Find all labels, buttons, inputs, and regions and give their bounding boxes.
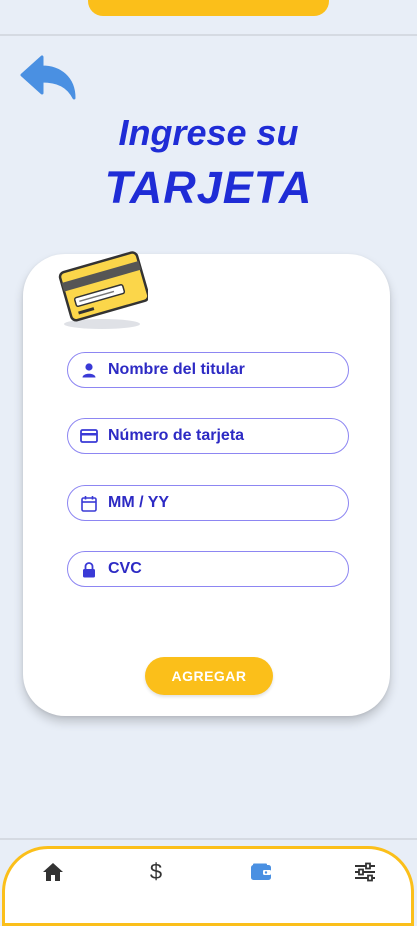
nav-home[interactable] (38, 858, 68, 886)
credit-card-icon (56, 246, 150, 332)
card-number-field[interactable] (67, 418, 349, 454)
bottom-divider (0, 838, 417, 840)
back-arrow-icon (20, 55, 76, 100)
expiry-field[interactable] (67, 485, 349, 521)
card-number-input[interactable] (108, 419, 348, 453)
expiry-input[interactable] (108, 486, 348, 520)
cvc-field[interactable] (67, 551, 349, 587)
card-icon (80, 427, 98, 445)
top-action-pill[interactable] (88, 0, 329, 16)
nav-dollar[interactable]: $ (141, 858, 171, 886)
sliders-icon (355, 862, 375, 882)
nav-wallet[interactable] (246, 858, 276, 886)
wallet-icon (251, 863, 271, 880)
calendar-icon (80, 494, 98, 512)
person-icon (80, 361, 98, 379)
holder-name-input[interactable] (108, 353, 348, 387)
page-title-line1: Ingrese su (118, 112, 299, 153)
top-divider (0, 34, 417, 36)
lock-icon (80, 560, 98, 578)
dollar-icon: $ (149, 859, 163, 884)
holder-name-field[interactable] (67, 352, 349, 388)
back-button[interactable] (18, 52, 80, 108)
add-card-button[interactable]: AGREGAR (145, 657, 273, 695)
nav-settings[interactable] (350, 858, 380, 886)
home-icon (43, 863, 63, 881)
cvc-input[interactable] (108, 552, 348, 586)
page-title-line2: TARJETA (104, 162, 313, 213)
